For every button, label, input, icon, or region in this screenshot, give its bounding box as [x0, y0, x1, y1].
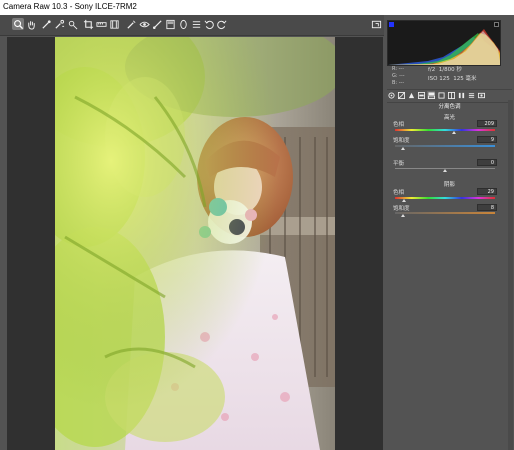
shadows-sat-value[interactable]: 8 [477, 204, 497, 211]
shadows-hue-label: 色相 [393, 190, 405, 196]
shutter-value: 1/800 秒 [438, 67, 462, 73]
shadows-sat-thumb[interactable] [401, 214, 405, 217]
shadows-hue-slider[interactable] [395, 197, 495, 199]
tab-split-toning[interactable] [427, 91, 435, 99]
targeted-adjustment-icon[interactable] [66, 18, 78, 30]
highlights-hue-value[interactable]: 209 [477, 120, 497, 127]
photo-preview[interactable] [55, 37, 335, 450]
title-bar: Camera Raw 10.3 - Sony ILCE-7RM2 [0, 0, 514, 16]
crop-icon[interactable] [82, 18, 94, 30]
highlights-sat-thumb[interactable] [401, 147, 405, 150]
shadows-hue-value[interactable]: 29 [477, 188, 497, 195]
hand-tool-icon[interactable] [25, 18, 37, 30]
highlights-hue-thumb[interactable] [452, 131, 456, 134]
info-readout: R: --- G: --- B: --- f/2 1/800 秒 ISO 125… [392, 66, 512, 88]
straighten-icon[interactable] [95, 18, 107, 30]
adjustment-brush-icon[interactable] [151, 18, 163, 30]
balance-value[interactable]: 0 [477, 159, 497, 166]
balance-label: 平衡 [393, 161, 405, 167]
tab-basic[interactable] [387, 91, 395, 99]
highlights-sat-value[interactable]: 9 [477, 136, 497, 143]
highlights-sat-label: 饱和度 [393, 138, 410, 144]
shadows-sat-slider[interactable] [395, 212, 495, 214]
tab-effects[interactable] [447, 91, 455, 99]
radial-filter-icon[interactable] [177, 18, 189, 30]
zoom-tool-icon[interactable] [12, 18, 24, 30]
tab-calibration[interactable] [457, 91, 465, 99]
shadows-hue-thumb[interactable] [402, 199, 406, 202]
exif-readout: f/2 1/800 秒 ISO 125 125 毫米 [428, 66, 512, 84]
tab-snapshots[interactable] [477, 91, 485, 99]
histogram-graph [388, 29, 500, 65]
panel-tabs [387, 91, 512, 101]
tab-detail[interactable] [407, 91, 415, 99]
spot-removal-icon[interactable] [125, 18, 137, 30]
shadows-sat-label: 饱和度 [393, 206, 410, 212]
panel-scrollbar[interactable] [508, 100, 513, 450]
aperture-value: f/2 [428, 67, 436, 73]
tab-hsl[interactable] [417, 91, 425, 99]
tab-tone-curve[interactable] [397, 91, 405, 99]
transform-icon[interactable] [108, 18, 120, 30]
panel-title: 分离色调 [438, 104, 461, 110]
fullscreen-icon[interactable] [370, 18, 382, 30]
divider [387, 89, 512, 90]
histogram [387, 20, 501, 66]
iso-value: ISO 125 [428, 76, 450, 82]
rotate-cw-icon[interactable] [215, 18, 227, 30]
highlights-hue-label: 色相 [393, 122, 405, 128]
color-sampler-icon[interactable] [53, 18, 65, 30]
focal-value: 125 毫米 [453, 76, 477, 82]
highlights-sat-slider[interactable] [395, 145, 495, 147]
preferences-icon[interactable] [190, 18, 202, 30]
shadows-header: 阴影 [443, 182, 455, 188]
highlights-hue-slider[interactable] [395, 129, 495, 131]
white-balance-icon[interactable] [40, 18, 52, 30]
rotate-ccw-icon[interactable] [203, 18, 215, 30]
tab-lens[interactable] [437, 91, 445, 99]
red-eye-icon[interactable] [138, 18, 150, 30]
rgb-readout: R: --- G: --- B: --- [392, 66, 405, 86]
graduated-filter-icon[interactable] [164, 18, 176, 30]
window-title: Camera Raw 10.3 - Sony ILCE-7RM2 [3, 2, 137, 11]
tab-presets[interactable] [467, 91, 475, 99]
balance-thumb[interactable] [443, 169, 447, 172]
